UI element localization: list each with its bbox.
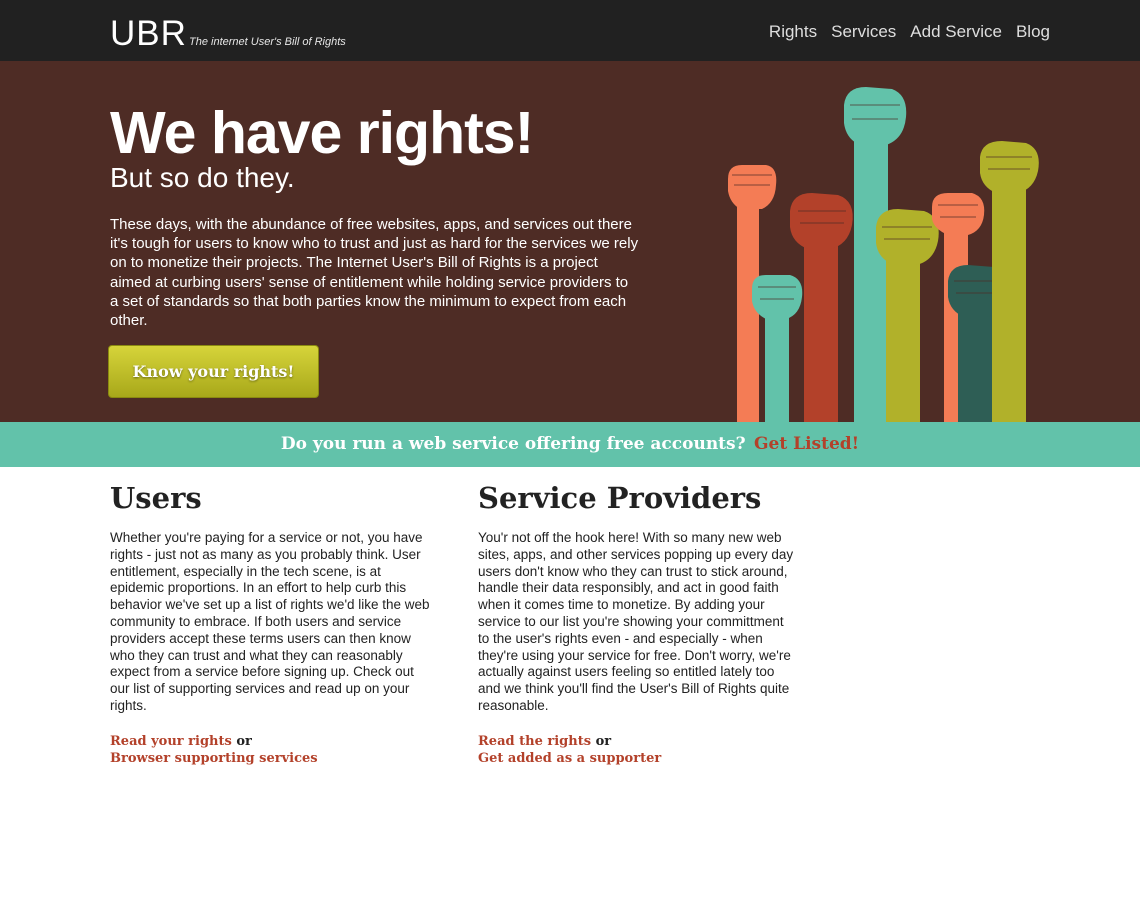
main-nav: Rights Services Add Service Blog (769, 22, 1050, 42)
providers-description: You'r not off the hook here! With so man… (478, 530, 794, 713)
providers-heading: Service Providers (478, 481, 762, 515)
hero-subtitle: But so do they. (110, 162, 295, 193)
hero-section: We have rights! But so do they. These da… (0, 61, 1140, 422)
providers-or-text: or (595, 733, 612, 749)
nav-link-rights[interactable]: Rights (769, 22, 817, 42)
read-your-rights-link[interactable]: Read your rights (110, 734, 232, 749)
site-tagline: The internet User's Bill of Rights (189, 36, 346, 48)
users-links: Read your rights or Browser supporting s… (110, 733, 430, 767)
nav-link-add-service[interactable]: Add Service (910, 22, 1002, 42)
users-or-text: or (236, 733, 252, 749)
nav-link-blog[interactable]: Blog (1016, 22, 1050, 42)
top-nav-bar: UBR The internet User's Bill of Rights R… (0, 0, 1140, 61)
providers-links: Read the rights or Get added as a suppor… (478, 733, 798, 767)
users-description: Whether you're paying for a service or n… (110, 530, 430, 713)
site-logo[interactable]: UBR (110, 15, 187, 53)
get-listed-link[interactable]: Get Listed! (754, 434, 859, 454)
hero-description: These days, with the abundance of free w… (110, 216, 639, 330)
browse-supporting-services-link[interactable]: Browser supporting services (110, 751, 318, 766)
banner-question: Do you run a web service offering free a… (280, 434, 746, 454)
get-listed-banner: Do you run a web service offering free a… (0, 422, 1140, 467)
users-heading: Users (110, 481, 202, 515)
read-the-rights-link[interactable]: Read the rights (478, 734, 591, 749)
hero-title: We have rights! (110, 100, 534, 166)
nav-link-services[interactable]: Services (831, 22, 896, 42)
users-column: Users Whether you're paying for a servic… (110, 480, 430, 767)
providers-column: Service Providers You'r not off the hook… (478, 480, 798, 767)
get-added-supporter-link[interactable]: Get added as a supporter (478, 751, 661, 766)
fist-teal-small (752, 275, 803, 422)
fist-red (790, 193, 853, 422)
raised-fists-illustration (728, 87, 1039, 422)
know-your-rights-button[interactable]: Know your rights! (108, 345, 319, 398)
